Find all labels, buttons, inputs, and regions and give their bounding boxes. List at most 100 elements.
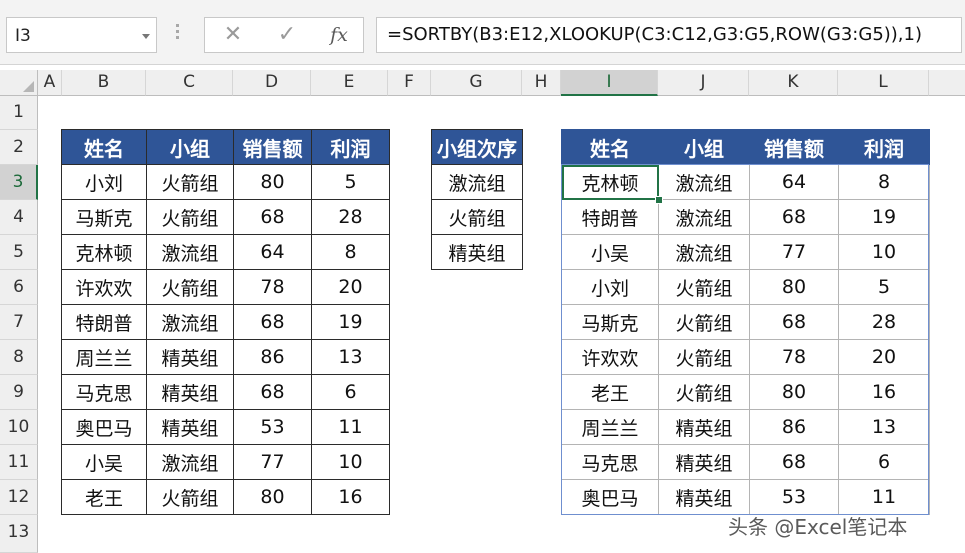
table-cell[interactable]: 86: [749, 409, 839, 445]
table-cell[interactable]: 激流组: [658, 234, 750, 270]
row-header-2[interactable]: 2: [0, 130, 38, 165]
table-cell[interactable]: 53: [233, 409, 312, 445]
column-header-h[interactable]: H: [522, 70, 561, 96]
column-header-next[interactable]: [929, 70, 965, 96]
table-cell[interactable]: 68: [233, 199, 312, 235]
table-cell[interactable]: 11: [311, 409, 390, 445]
header-cell[interactable]: 小组次序: [431, 129, 523, 165]
header-cell[interactable]: 销售额: [233, 129, 312, 165]
row-header-11[interactable]: 11: [0, 445, 38, 480]
table-cell[interactable]: 68: [233, 304, 312, 340]
table-cell[interactable]: 11: [838, 479, 930, 515]
table-cell[interactable]: 19: [311, 304, 390, 340]
table-cell[interactable]: 精英组: [431, 234, 523, 270]
table-cell[interactable]: 80: [233, 164, 312, 200]
column-header-l[interactable]: L: [838, 70, 929, 96]
table-cell[interactable]: 小刘: [61, 164, 147, 200]
table-cell[interactable]: 20: [311, 269, 390, 305]
header-cell[interactable]: 利润: [311, 129, 390, 165]
table-cell[interactable]: 80: [749, 269, 839, 305]
table-cell[interactable]: 10: [311, 444, 390, 480]
table-cell[interactable]: 6: [838, 444, 930, 480]
row-header-10[interactable]: 10: [0, 410, 38, 445]
table-cell[interactable]: 28: [838, 304, 930, 340]
table-cell[interactable]: 68: [749, 444, 839, 480]
table-cell[interactable]: 5: [311, 164, 390, 200]
table-cell[interactable]: 80: [233, 479, 312, 515]
table-cell[interactable]: 火箭组: [431, 199, 523, 235]
table-cell[interactable]: 5: [838, 269, 930, 305]
column-header-f[interactable]: F: [388, 70, 431, 96]
table-cell[interactable]: 86: [233, 339, 312, 375]
table-cell[interactable]: 火箭组: [658, 304, 750, 340]
table-cell[interactable]: 火箭组: [658, 269, 750, 305]
table-cell[interactable]: 精英组: [146, 374, 234, 410]
column-header-e[interactable]: E: [311, 70, 388, 96]
header-cell[interactable]: 小组: [658, 129, 750, 165]
column-header-g[interactable]: G: [431, 70, 522, 96]
header-cell[interactable]: 利润: [838, 129, 930, 165]
header-cell[interactable]: 销售额: [749, 129, 839, 165]
table-cell[interactable]: 19: [838, 199, 930, 235]
row-header-5[interactable]: 5: [0, 235, 38, 270]
table-cell[interactable]: 奥巴马: [61, 409, 147, 445]
table-cell[interactable]: 马克思: [561, 444, 659, 480]
chevron-down-icon[interactable]: [142, 34, 150, 39]
table-cell[interactable]: 16: [311, 479, 390, 515]
table-cell[interactable]: 精英组: [146, 409, 234, 445]
name-box[interactable]: I3: [6, 17, 157, 53]
table-cell[interactable]: 特朗普: [61, 304, 147, 340]
row-header-3[interactable]: 3: [0, 165, 38, 200]
row-header-6[interactable]: 6: [0, 270, 38, 305]
formula-input[interactable]: =SORTBY(B3:E12,XLOOKUP(C3:C12,G3:G5,ROW(…: [376, 17, 962, 53]
table-cell[interactable]: 周兰兰: [61, 339, 147, 375]
table-cell[interactable]: 马克思: [61, 374, 147, 410]
table-cell[interactable]: 16: [838, 374, 930, 410]
table-cell[interactable]: 火箭组: [146, 269, 234, 305]
select-all-corner[interactable]: [0, 70, 38, 96]
table-cell[interactable]: 小吴: [561, 234, 659, 270]
table-cell[interactable]: 马斯克: [61, 199, 147, 235]
table-cell[interactable]: 13: [311, 339, 390, 375]
table-cell[interactable]: 特朗普: [561, 199, 659, 235]
fx-icon[interactable]: fx: [319, 21, 359, 49]
column-header-i[interactable]: I: [561, 70, 658, 96]
drag-handle-icon[interactable]: [176, 24, 180, 42]
table-cell[interactable]: 13: [838, 409, 930, 445]
table-cell[interactable]: 激流组: [431, 164, 523, 200]
table-cell[interactable]: 10: [838, 234, 930, 270]
table-cell[interactable]: 64: [749, 164, 839, 200]
check-icon[interactable]: ✓: [267, 21, 307, 49]
table-cell[interactable]: 小刘: [561, 269, 659, 305]
header-cell[interactable]: 小组: [146, 129, 234, 165]
table-cell[interactable]: 77: [233, 444, 312, 480]
row-header-13[interactable]: 13: [0, 515, 38, 553]
table-cell[interactable]: 精英组: [658, 444, 750, 480]
table-cell[interactable]: 激流组: [146, 234, 234, 270]
table-cell[interactable]: 奥巴马: [561, 479, 659, 515]
active-cell[interactable]: 克林顿: [561, 164, 659, 200]
table-cell[interactable]: 77: [749, 234, 839, 270]
table-cell[interactable]: 激流组: [146, 444, 234, 480]
column-header-c[interactable]: C: [146, 70, 233, 96]
row-header-12[interactable]: 12: [0, 480, 38, 515]
column-header-d[interactable]: D: [233, 70, 311, 96]
row-header-1[interactable]: 1: [0, 96, 38, 130]
table-cell[interactable]: 精英组: [146, 339, 234, 375]
table-cell[interactable]: 激流组: [146, 304, 234, 340]
table-cell[interactable]: 火箭组: [658, 339, 750, 375]
table-cell[interactable]: 68: [749, 199, 839, 235]
table-cell[interactable]: 64: [233, 234, 312, 270]
table-cell[interactable]: 火箭组: [146, 199, 234, 235]
table-cell[interactable]: 激流组: [658, 199, 750, 235]
table-cell[interactable]: 8: [311, 234, 390, 270]
row-header-4[interactable]: 4: [0, 200, 38, 235]
table-cell[interactable]: 小吴: [61, 444, 147, 480]
table-cell[interactable]: 克林顿: [61, 234, 147, 270]
table-cell[interactable]: 火箭组: [146, 479, 234, 515]
column-header-j[interactable]: J: [658, 70, 749, 96]
table-cell[interactable]: 6: [311, 374, 390, 410]
table-cell[interactable]: 马斯克: [561, 304, 659, 340]
table-cell[interactable]: 20: [838, 339, 930, 375]
table-cell[interactable]: 老王: [61, 479, 147, 515]
